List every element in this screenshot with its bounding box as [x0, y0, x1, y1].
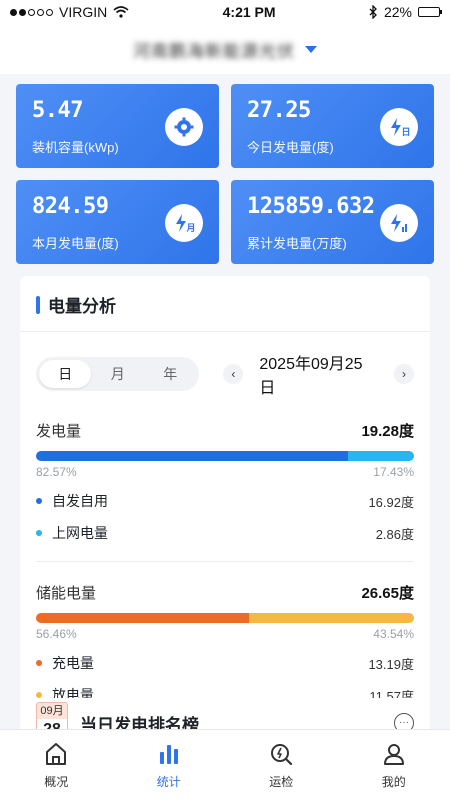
legend-value: 13.19度: [368, 656, 414, 672]
generation-bar-self-use: [36, 451, 349, 461]
bluetooth-icon: [369, 5, 377, 19]
tab-label: 统计: [156, 774, 181, 789]
date-navigator: ‹ 2025年09月25日 ›: [223, 350, 415, 398]
legend-value: 2.86度: [375, 526, 414, 542]
title-accent-bar: [36, 295, 40, 314]
status-bar: VIRGIN 4:21 PM 22%: [0, 0, 450, 24]
tab-overview[interactable]: 概况: [0, 730, 113, 800]
summary-cards: 5.47 装机容量(kWp) 27.25 今日发电量(度) 日 824.59 本…: [0, 74, 450, 264]
tab-inspection[interactable]: 运检: [225, 730, 338, 800]
card-capacity[interactable]: 5.47 装机容量(kWp): [16, 84, 219, 168]
generation-section: 发电量 19.28度 82.57% 17.43% 自发自用 16.92度 上网电…: [36, 420, 414, 543]
generation-bar-grid: [348, 451, 414, 461]
selected-date[interactable]: 2025年09月25日: [259, 350, 378, 398]
carrier-label: VIRGIN: [59, 4, 108, 20]
storage-bar-discharge: [249, 613, 414, 623]
lightning-day-icon: 日: [380, 108, 418, 146]
storage-total: 26.65度: [361, 585, 414, 602]
tab-label: 运检: [269, 774, 294, 789]
panel-title-text: 电量分析: [48, 297, 116, 316]
station-selector[interactable]: 河南鹏海新能源光伏: [0, 24, 450, 74]
storage-section: 储能电量 26.65度 56.46% 43.54% 充电量 13.19度 放电量…: [36, 582, 414, 705]
legend-value: 16.92度: [368, 494, 414, 510]
generation-progress-bar: [36, 451, 414, 461]
caret-down-icon: [305, 45, 317, 53]
legend-dot: [36, 530, 42, 536]
segment-day[interactable]: 日: [39, 360, 92, 388]
clock: 4:21 PM: [222, 4, 276, 20]
battery-percent: 22%: [383, 4, 412, 20]
generation-total: 19.28度: [361, 423, 414, 440]
bottom-tab-bar: 概况 统计 运检 我的: [0, 729, 450, 800]
period-segmented-control: 日 月 年: [36, 357, 200, 391]
legend-grid: 上网电量 2.86度: [36, 523, 414, 543]
generation-pct-right: 17.43%: [373, 465, 414, 479]
user-icon: [383, 743, 404, 765]
tab-statistics[interactable]: 统计: [113, 730, 226, 800]
station-name: 河南鹏海新能源光伏: [133, 41, 295, 61]
panel-title: 电量分析: [36, 292, 414, 317]
signal-icon: [10, 8, 53, 16]
status-right: 22%: [369, 4, 442, 20]
card-month-generation[interactable]: 824.59 本月发电量(度) 月: [16, 180, 219, 264]
segment-month[interactable]: 月: [91, 360, 143, 388]
icon-month-text: 月: [186, 223, 196, 234]
legend-self-use: 自发自用 16.92度: [36, 491, 414, 511]
inspection-icon: [271, 743, 293, 765]
storage-pct-left: 56.46%: [36, 627, 77, 641]
home-icon: [46, 742, 67, 765]
battery-icon: [418, 7, 442, 17]
divider: [36, 561, 414, 562]
energy-analysis-panel: 电量分析 日 月 年 ‹ 2025年09月25日 › 发电量 19.28度 82…: [20, 276, 430, 717]
card-today-generation[interactable]: 27.25 今日发电量(度) 日: [231, 84, 434, 168]
legend-dot: [36, 660, 42, 666]
wifi-icon: [113, 6, 129, 18]
next-date-button[interactable]: ›: [394, 364, 415, 384]
legend-label: 上网电量: [52, 525, 108, 541]
lightning-month-icon: 月: [165, 204, 203, 242]
period-controls: 日 月 年 ‹ 2025年09月25日 ›: [36, 350, 415, 398]
divider: [20, 331, 430, 332]
tab-label: 概况: [44, 774, 69, 789]
prev-date-button[interactable]: ‹: [223, 364, 244, 384]
tab-mine[interactable]: 我的: [338, 730, 450, 800]
calendar-month: 09月: [37, 703, 67, 719]
legend-label: 自发自用: [52, 493, 108, 509]
card-total-generation[interactable]: 125859.632 累计发电量(万度): [231, 180, 434, 264]
storage-progress-bar: [36, 613, 414, 623]
storage-title: 储能电量: [36, 585, 97, 602]
icon-day-text: 日: [402, 127, 411, 138]
legend-dot: [36, 498, 42, 504]
gear-icon: [165, 108, 203, 146]
storage-bar-charge: [36, 613, 250, 623]
generation-pct-left: 82.57%: [36, 465, 77, 479]
status-left: VIRGIN: [10, 4, 129, 20]
generation-title: 发电量: [36, 423, 82, 440]
legend-charge: 充电量 13.19度: [36, 653, 414, 673]
segment-year[interactable]: 年: [144, 360, 196, 388]
legend-label: 充电量: [52, 655, 94, 671]
tab-label: 我的: [381, 774, 406, 789]
storage-pct-right: 43.54%: [373, 627, 414, 641]
bar-chart-icon: [159, 744, 178, 764]
lightning-total-icon: [380, 204, 418, 242]
